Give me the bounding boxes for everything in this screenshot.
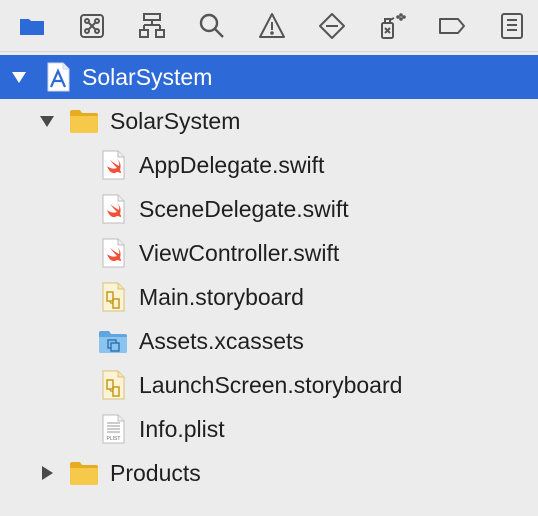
- navigator-toolbar: [0, 0, 538, 52]
- tree-row-file[interactable]: ViewController.swift: [0, 231, 538, 275]
- xcode-project-icon: [42, 61, 74, 93]
- tree-row-label: ViewController.swift: [139, 240, 340, 266]
- tree-row-label: Products: [110, 460, 201, 486]
- project-navigator-folder-icon[interactable]: [15, 9, 49, 43]
- disclosure-expanded-icon[interactable]: [11, 69, 27, 85]
- breakpoint-tag-icon[interactable]: [435, 9, 469, 43]
- tree-row-label: SolarSystem: [110, 108, 241, 134]
- storyboard-file-icon: [98, 281, 130, 313]
- asset-catalog-icon: [97, 325, 129, 357]
- report-list-icon[interactable]: [495, 9, 529, 43]
- plist-badge: PLIST: [107, 436, 121, 442]
- tree-row-project[interactable]: SolarSystem: [0, 55, 538, 99]
- folder-icon: [68, 105, 100, 137]
- tree-row-label: LaunchScreen.storyboard: [139, 372, 403, 398]
- tree-row-label: SolarSystem: [82, 64, 213, 90]
- symbol-hierarchy-icon[interactable]: [135, 9, 169, 43]
- plist-file-icon: PLIST: [98, 413, 130, 445]
- source-control-icon[interactable]: [75, 9, 109, 43]
- swift-file-icon: [98, 149, 130, 181]
- swift-file-icon: [98, 193, 130, 225]
- disclosure-collapsed-icon[interactable]: [39, 465, 55, 481]
- tree-row-file[interactable]: Assets.xcassets: [0, 319, 538, 363]
- tree-row-file[interactable]: LaunchScreen.storyboard: [0, 363, 538, 407]
- storyboard-file-icon: [98, 369, 130, 401]
- project-navigator: SolarSystem SolarSystem AppDelegate.swif…: [0, 0, 538, 516]
- tree-row-file[interactable]: SceneDelegate.swift: [0, 187, 538, 231]
- tree-row-label: AppDelegate.swift: [139, 152, 325, 178]
- issue-warning-icon[interactable]: [255, 9, 289, 43]
- tree-row-file[interactable]: AppDelegate.swift: [0, 143, 538, 187]
- tree-row-label: Main.storyboard: [139, 284, 304, 310]
- disclosure-expanded-icon[interactable]: [39, 113, 55, 129]
- folder-icon: [68, 457, 100, 489]
- swift-file-icon: [98, 237, 130, 269]
- test-diamond-icon[interactable]: [315, 9, 349, 43]
- tree-row-label: SceneDelegate.swift: [139, 196, 349, 222]
- find-magnifier-icon[interactable]: [195, 9, 229, 43]
- tree-row-file[interactable]: PLIST Info.plist: [0, 407, 538, 451]
- tree-row-group[interactable]: SolarSystem: [0, 99, 538, 143]
- debug-spray-icon[interactable]: [375, 9, 409, 43]
- tree-row-label: Assets.xcassets: [139, 328, 304, 354]
- tree-row-products[interactable]: Products: [0, 451, 538, 495]
- tree-row-file[interactable]: Main.storyboard: [0, 275, 538, 319]
- tree-row-label: Info.plist: [139, 416, 225, 442]
- file-tree: SolarSystem SolarSystem AppDelegate.swif…: [0, 55, 538, 495]
